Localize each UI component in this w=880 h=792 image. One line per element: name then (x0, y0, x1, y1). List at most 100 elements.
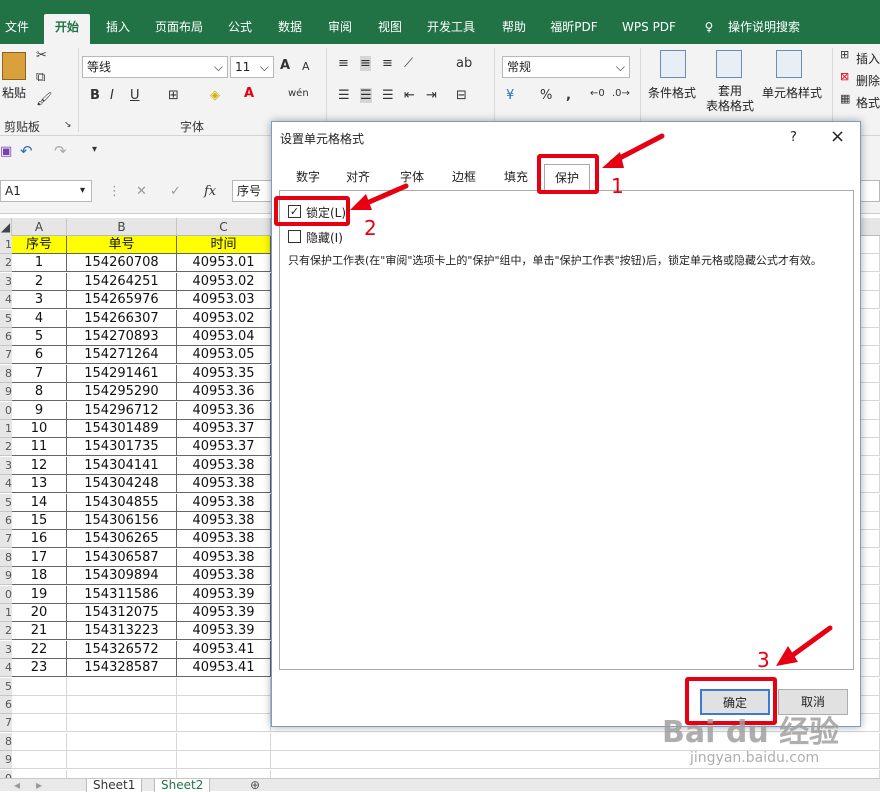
row-header[interactable]: 2 (0, 438, 12, 457)
header-cell[interactable]: 单号 (67, 236, 177, 254)
comma-button[interactable]: , (566, 88, 571, 103)
undo-icon[interactable]: ↶ (20, 142, 33, 160)
column-header-a[interactable]: A (12, 218, 67, 236)
row-header[interactable]: 4 (0, 291, 12, 310)
cancel-button[interactable]: 取消 (778, 689, 848, 715)
close-button[interactable]: × (830, 126, 845, 147)
format-painter-icon[interactable]: 🖌 (36, 92, 53, 107)
table-cell[interactable]: 10 (12, 420, 67, 438)
redo-icon[interactable]: ↷ (54, 142, 67, 160)
table-cell[interactable]: 154295290 (67, 383, 177, 402)
insert-function-button[interactable]: fx (204, 184, 216, 199)
increase-indent-icon[interactable]: ⇥ (426, 88, 437, 103)
table-cell[interactable]: 40953.41 (177, 659, 271, 678)
number-format-select[interactable]: 常规 ⌵ (502, 56, 630, 78)
table-cell[interactable]: 154304248 (67, 475, 177, 494)
tab-view[interactable]: 视图 (372, 14, 408, 44)
table-cell[interactable]: 1 (12, 254, 67, 273)
help-button[interactable]: ? (790, 130, 797, 145)
conditional-format-icon[interactable] (660, 50, 686, 78)
format-table-icon[interactable] (716, 50, 742, 78)
tab-foxit-pdf[interactable]: 福昕PDF (546, 14, 602, 44)
row-header[interactable]: 7 (0, 530, 12, 549)
table-cell[interactable]: 40953.41 (177, 640, 271, 659)
table-cell[interactable]: 154260708 (67, 254, 177, 273)
format-icon[interactable]: ▦ (840, 92, 850, 105)
table-cell[interactable]: 40953.38 (177, 493, 271, 512)
cancel-entry-icon[interactable]: ✕ (136, 184, 147, 199)
row-header[interactable]: 4 (0, 475, 12, 494)
table-cell[interactable]: 7 (12, 364, 67, 383)
table-cell[interactable]: 18 (12, 567, 67, 586)
underline-button[interactable]: U (130, 88, 140, 103)
format-as-table-button[interactable]: 套用 表格格式 (702, 84, 758, 114)
paste-button[interactable]: 粘贴 (2, 84, 26, 101)
table-cell[interactable]: 40953.38 (177, 567, 271, 586)
empty-cell[interactable] (177, 714, 271, 733)
tab-file[interactable]: 文件 (0, 14, 34, 44)
table-cell[interactable]: 11 (12, 438, 67, 457)
row-header[interactable]: 6 (0, 328, 12, 346)
table-cell[interactable]: 154304141 (67, 456, 177, 475)
align-top-icon[interactable]: ≡ (338, 56, 349, 71)
table-cell[interactable]: 154271264 (67, 346, 177, 365)
table-cell[interactable]: 40953.03 (177, 291, 271, 310)
table-cell[interactable]: 9 (12, 401, 67, 420)
table-cell[interactable]: 6 (12, 346, 67, 365)
table-cell[interactable]: 40953.38 (177, 548, 271, 567)
save-icon[interactable]: ▣ (0, 144, 12, 159)
tab-data[interactable]: 数据 (272, 14, 308, 44)
font-name-select[interactable]: 等线 ⌵ (82, 56, 228, 78)
empty-cell[interactable] (12, 677, 67, 696)
table-cell[interactable]: 154304855 (67, 493, 177, 512)
align-right-icon[interactable]: ☰ (382, 88, 394, 103)
table-cell[interactable]: 154265976 (67, 291, 177, 310)
insert-icon[interactable]: ⊞ (840, 48, 849, 61)
row-header[interactable]: 8 (0, 732, 12, 751)
table-cell[interactable]: 40953.02 (177, 272, 271, 291)
currency-icon[interactable]: ¥ (506, 88, 514, 103)
row-header[interactable]: 6 (0, 696, 12, 714)
cut-icon[interactable]: ✂ (36, 48, 47, 63)
row-header[interactable]: 7 (0, 714, 12, 733)
table-cell[interactable]: 3 (12, 291, 67, 310)
hidden-label[interactable]: 隐藏(I) (306, 229, 343, 246)
table-cell[interactable]: 154266307 (67, 309, 177, 328)
row-header[interactable]: 3 (0, 272, 12, 291)
add-sheet-icon[interactable]: ⊕ (244, 779, 266, 792)
row-header[interactable]: 9 (0, 751, 12, 770)
tab-help[interactable]: 帮助 (496, 14, 532, 44)
column-header-c[interactable]: C (177, 218, 271, 236)
tab-developer[interactable]: 开发工具 (422, 14, 480, 44)
paste-icon[interactable] (2, 52, 26, 80)
italic-button[interactable]: I (110, 88, 114, 103)
shrink-font-button[interactable]: A (302, 60, 310, 73)
empty-cell[interactable] (177, 751, 271, 770)
hidden-checkbox[interactable] (288, 230, 301, 243)
empty-cell[interactable] (67, 769, 177, 778)
table-cell[interactable]: 40953.38 (177, 475, 271, 494)
row-header[interactable]: 9 (0, 383, 12, 402)
row-header[interactable]: 5 (0, 677, 12, 696)
table-cell[interactable]: 40953.39 (177, 585, 271, 604)
cell-styles-button[interactable]: 单元格样式 (762, 84, 822, 101)
table-cell[interactable]: 40953.36 (177, 383, 271, 402)
table-cell[interactable]: 17 (12, 548, 67, 567)
table-cell[interactable]: 154309894 (67, 567, 177, 586)
table-cell[interactable]: 40953.02 (177, 309, 271, 328)
delete-button[interactable]: 删除 (856, 72, 880, 89)
empty-cell[interactable] (12, 696, 67, 714)
table-cell[interactable]: 12 (12, 456, 67, 475)
table-cell[interactable]: 154313223 (67, 622, 177, 641)
row-header[interactable]: 1 (0, 236, 12, 254)
wrap-text-icon[interactable]: ab (456, 56, 472, 71)
bold-button[interactable]: B (90, 88, 100, 103)
row-header[interactable]: 0 (0, 769, 12, 778)
table-cell[interactable]: 40953.04 (177, 328, 271, 346)
tell-me-search[interactable]: 操作说明搜索 (722, 14, 806, 44)
table-cell[interactable]: 154301489 (67, 420, 177, 438)
row-header[interactable]: 8 (0, 548, 12, 567)
empty-cell[interactable] (67, 751, 177, 770)
font-color-icon[interactable]: A (244, 86, 254, 101)
next-sheet-icon[interactable]: ▸ (30, 779, 48, 792)
